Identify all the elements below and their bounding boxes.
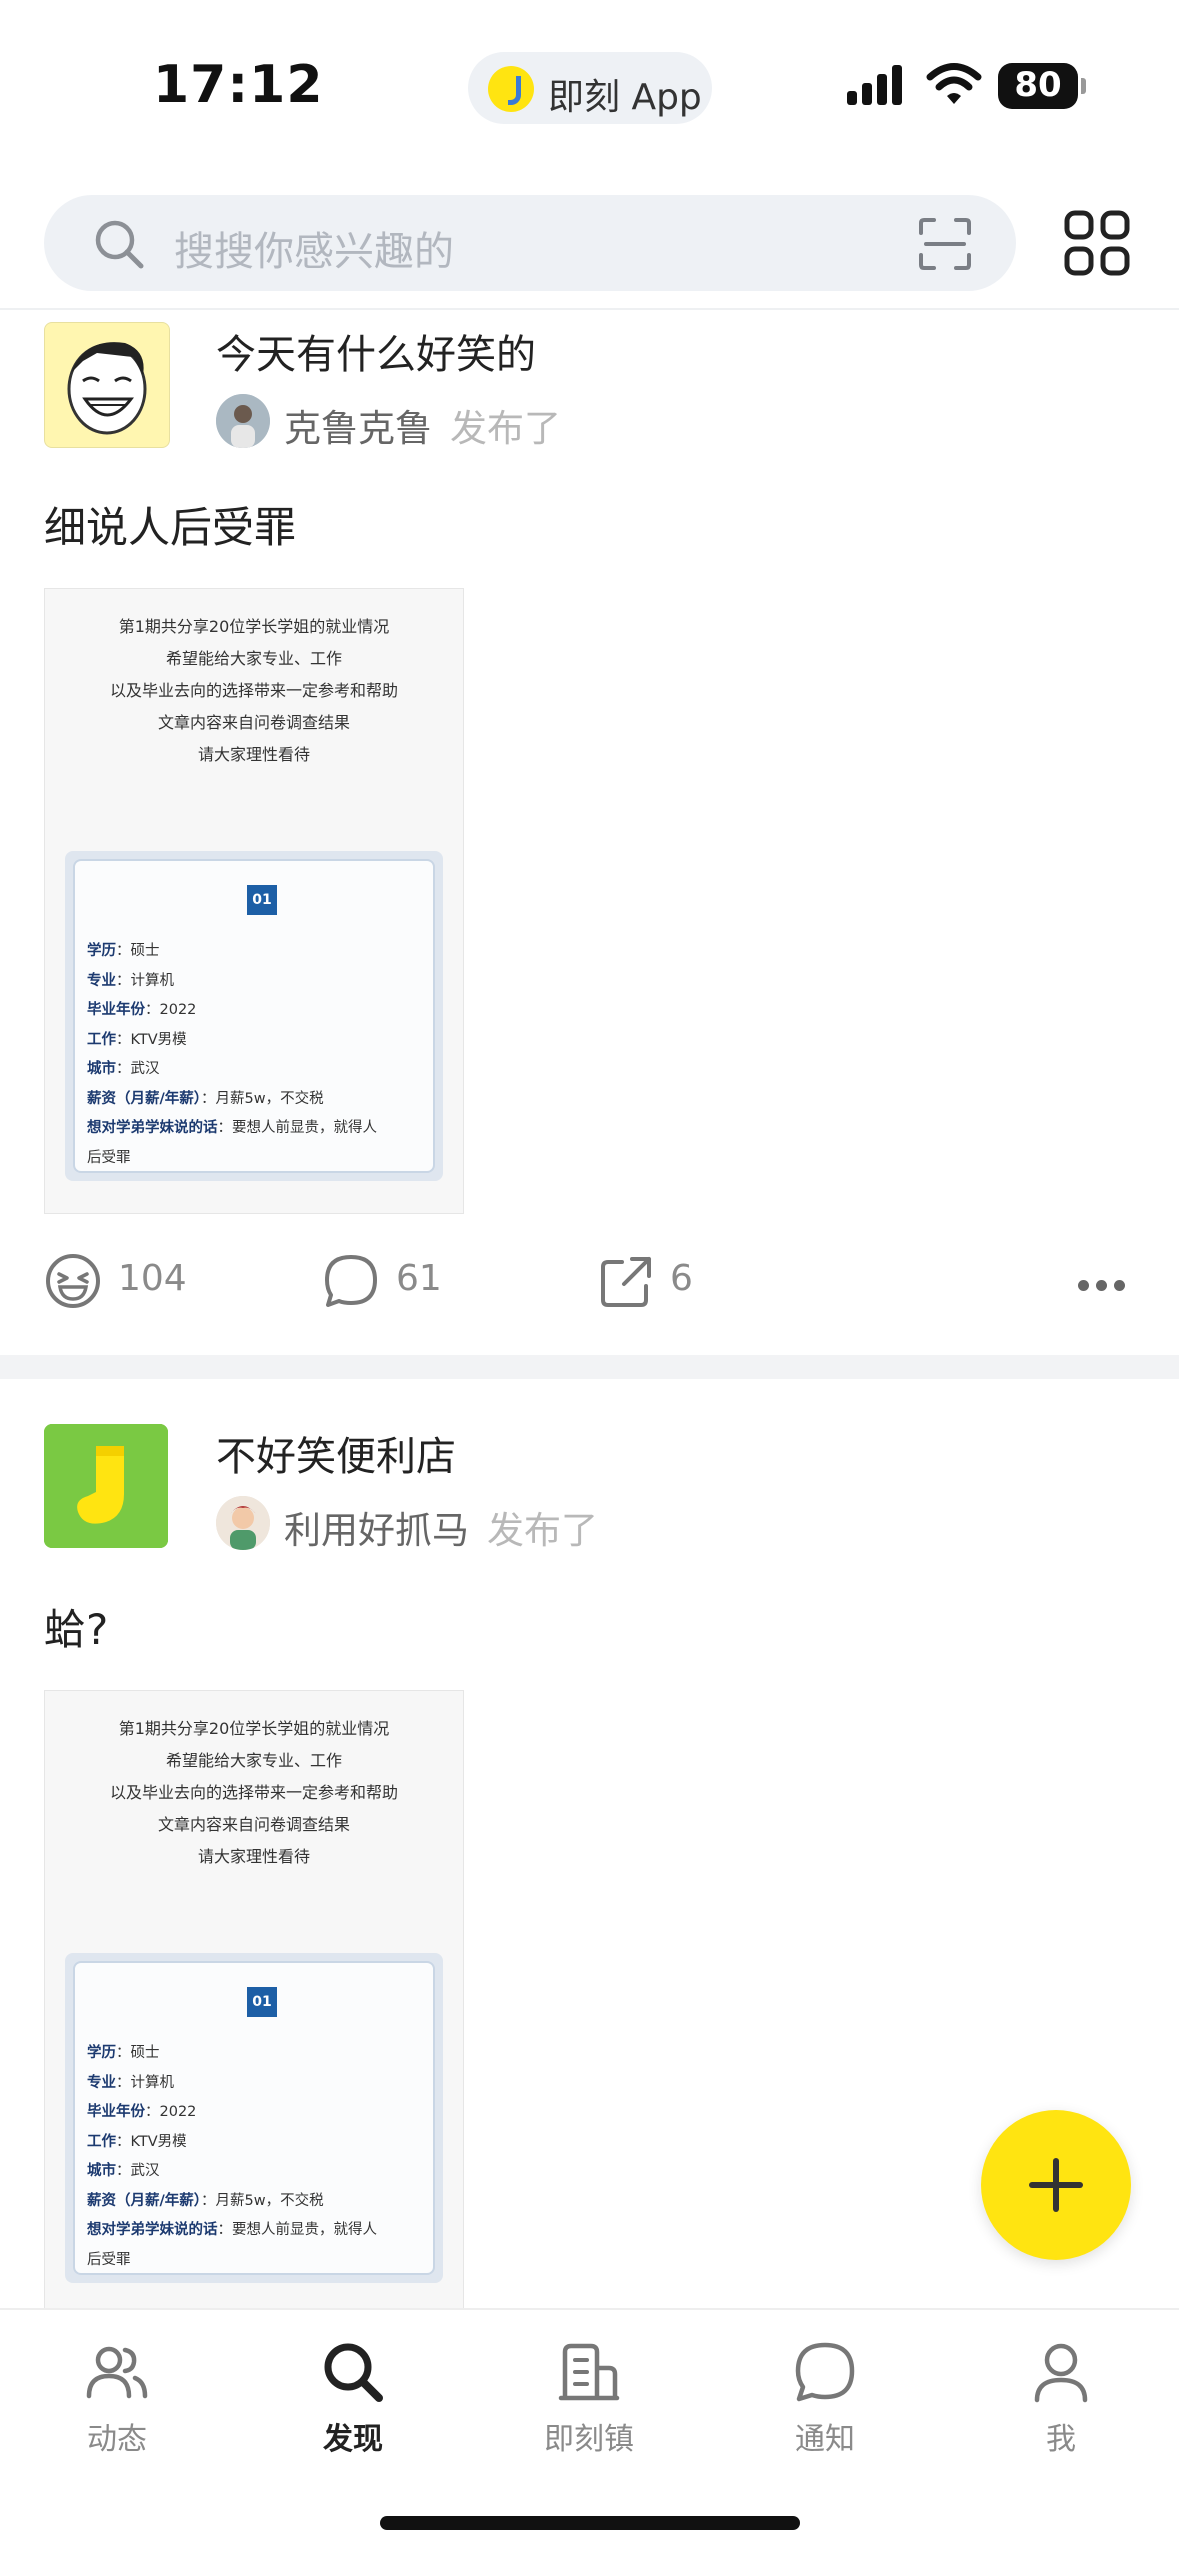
chat-bubble-icon <box>795 2342 855 2402</box>
user-photo <box>216 1496 270 1550</box>
share-count: 6 <box>670 1258 693 1299</box>
comment-button[interactable] <box>322 1252 380 1314</box>
search-icon <box>324 2343 383 2402</box>
comment-count: 61 <box>396 1258 442 1299</box>
info-row: 薪资（月薪/年薪）：月薪5w，不交税 <box>87 1090 324 1107</box>
user-name[interactable]: 利用好抓马 <box>284 1509 469 1552</box>
image-header-line: 文章内容来自问卷调查结果 <box>157 713 350 732</box>
wifi-icon <box>926 63 982 104</box>
topic-avatar[interactable] <box>44 322 170 448</box>
person-icon <box>1034 2343 1088 2403</box>
comment-icon <box>325 1255 377 1307</box>
battery-level: 80 <box>1014 65 1062 105</box>
scan-icon[interactable] <box>918 217 972 271</box>
post-text: 蛤? <box>44 1605 109 1654</box>
more-options-icon[interactable] <box>1078 1276 1132 1295</box>
image-header-line: 请大家理性看待 <box>197 1847 310 1866</box>
post-image[interactable]: 第1期共分享20位学长学姐的就业情况 希望能给大家专业、工作 以及毕业去向的选择… <box>44 588 464 1214</box>
image-header-line: 第1期共分享20位学长学姐的就业情况 <box>118 617 390 636</box>
user-photo <box>216 394 270 448</box>
tab-feed[interactable]: 动态 <box>37 2340 197 2458</box>
tab-label: 通知 <box>795 2422 855 2457</box>
info-row: 薪资（月薪/年薪）：月薪5w，不交税 <box>87 2192 324 2209</box>
tab-jike-town[interactable]: 即刻镇 <box>509 2340 669 2458</box>
image-header-line: 请大家理性看待 <box>197 745 310 764</box>
info-row: 城市：武汉 <box>87 1061 160 1077</box>
post-meta: 克鲁克鲁 发布了 <box>284 398 561 452</box>
header-divider <box>0 308 1179 310</box>
tab-notifications[interactable]: 通知 <box>745 2340 905 2458</box>
like-button[interactable] <box>44 1252 102 1310</box>
share-button[interactable] <box>598 1254 654 1314</box>
laugh-reaction-icon <box>46 1254 100 1308</box>
search-icon <box>95 220 144 269</box>
image-header-line: 希望能给大家专业、工作 <box>165 1751 342 1770</box>
search-placeholder: 搜搜你感兴趣的 <box>174 229 454 275</box>
post-separator <box>0 1355 1179 1379</box>
tab-label: 即刻镇 <box>544 2422 634 2457</box>
building-icon <box>558 2343 620 2401</box>
image-info-rows: 学历：硕士 专业：计算机 毕业年份：2022 工作：KTV男模 城市：武汉 薪资… <box>87 2039 425 2275</box>
info-row: 想对学弟学妹说的话：要想人前显贵，就得人 <box>87 2222 377 2238</box>
topic-title[interactable]: 今天有什么好笑的 <box>216 322 536 380</box>
post-text: 细说人后受罪 <box>44 503 297 552</box>
image-info-rows: 学历：硕士 专业：计算机 毕业年份：2022 工作：KTV男模 城市：武汉 薪资… <box>87 937 425 1173</box>
jike-logo-icon <box>488 66 534 112</box>
image-header-line: 希望能给大家专业、工作 <box>165 649 342 668</box>
image-info-card: 01 学历：硕士 专业：计算机 毕业年份：2022 工作：KTV男模 城市：武汉… <box>65 1953 443 2283</box>
image-header-line: 文章内容来自问卷调查结果 <box>157 1815 350 1834</box>
grid-menu-icon[interactable] <box>1064 210 1130 276</box>
share-icon <box>601 1257 651 1307</box>
search-input[interactable]: 搜搜你感兴趣的 <box>44 195 1016 291</box>
info-row: 后受罪 <box>87 2251 131 2268</box>
app-indicator-pill[interactable]: 即刻 App <box>468 52 712 124</box>
battery-indicator: 80 <box>998 63 1086 109</box>
user-avatar[interactable] <box>216 1496 270 1550</box>
tab-discover[interactable]: 发现 <box>273 2340 433 2458</box>
users-icon <box>86 2346 148 2399</box>
image-badge: 01 <box>247 885 277 915</box>
tab-me[interactable]: 我 <box>981 2340 1141 2458</box>
home-indicator <box>380 2516 800 2530</box>
topic-avatar[interactable] <box>44 1424 168 1548</box>
image-header-lines: 第1期共分享20位学长学姐的就业情况 希望能给大家专业、工作 以及毕业去向的选择… <box>45 1691 463 1873</box>
user-avatar[interactable] <box>216 394 270 448</box>
cellular-signal-icon <box>847 65 902 105</box>
info-row: 毕业年份：2022 <box>87 2104 197 2120</box>
info-row: 工作：KTV男模 <box>87 1031 187 1048</box>
info-row: 学历：硕士 <box>87 2045 160 2061</box>
sock-icon <box>44 1424 168 1548</box>
info-row: 后受罪 <box>87 1149 131 1166</box>
published-label: 发布了 <box>487 1509 598 1552</box>
info-row: 专业：计算机 <box>87 2074 174 2091</box>
info-row: 专业：计算机 <box>87 972 174 989</box>
info-row: 工作：KTV男模 <box>87 2133 187 2150</box>
user-name[interactable]: 克鲁克鲁 <box>284 407 432 450</box>
app-pill-label: 即刻 App <box>548 77 702 118</box>
image-badge: 01 <box>247 1987 277 2017</box>
status-time: 17:12 <box>153 55 324 115</box>
image-header-line: 以及毕业去向的选择带来一定参考和帮助 <box>109 1783 398 1802</box>
like-count: 104 <box>118 1258 187 1299</box>
image-info-card: 01 学历：硕士 专业：计算机 毕业年份：2022 工作：KTV男模 城市：武汉… <box>65 851 443 1181</box>
info-row: 毕业年份：2022 <box>87 1002 197 1018</box>
tab-label: 动态 <box>87 2422 147 2457</box>
post-image[interactable]: 第1期共分享20位学长学姐的就业情况 希望能给大家专业、工作 以及毕业去向的选择… <box>44 1690 464 2320</box>
topic-title[interactable]: 不好笑便利店 <box>216 1424 456 1482</box>
tab-label: 我 <box>1046 2422 1076 2457</box>
published-label: 发布了 <box>450 407 561 450</box>
image-header-lines: 第1期共分享20位学长学姐的就业情况 希望能给大家专业、工作 以及毕业去向的选择… <box>45 589 463 771</box>
laughing-face-icon <box>67 342 147 435</box>
info-row: 城市：武汉 <box>87 2163 160 2179</box>
image-header-line: 第1期共分享20位学长学姐的就业情况 <box>118 1719 390 1738</box>
image-header-line: 以及毕业去向的选择带来一定参考和帮助 <box>109 681 398 700</box>
info-row: 想对学弟学妹说的话：要想人前显贵，就得人 <box>87 1120 377 1136</box>
post-meta: 利用好抓马 发布了 <box>284 1500 598 1554</box>
info-row: 学历：硕士 <box>87 943 160 959</box>
tab-label: 发现 <box>323 2422 383 2457</box>
create-post-button[interactable] <box>981 2110 1131 2260</box>
